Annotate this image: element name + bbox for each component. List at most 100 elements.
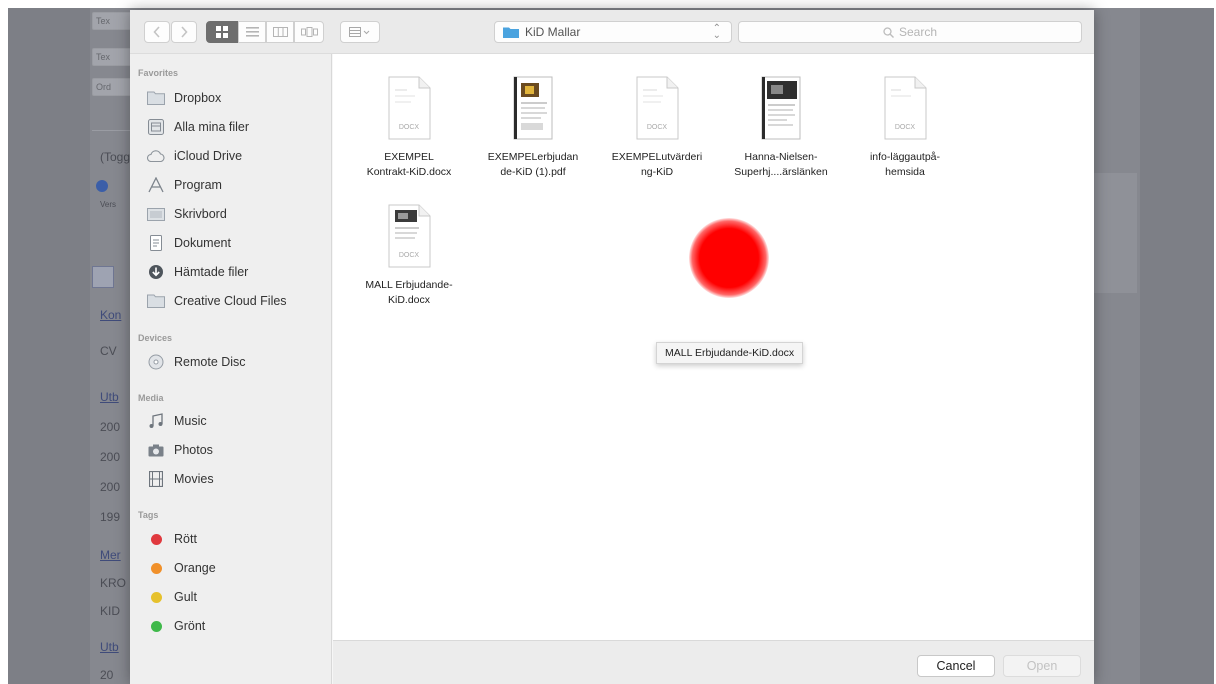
sidebar-item-label: Creative Cloud Files	[174, 294, 287, 308]
docx-file-icon: DOCX	[881, 76, 929, 140]
sidebar-item-photos[interactable]: Photos	[146, 439, 213, 461]
sidebar-section-devices: Devices	[138, 333, 173, 343]
open-button[interactable]: Open	[1003, 655, 1081, 677]
file-name: info-läggautpå- hemsida	[869, 151, 941, 178]
sidebar-item-dokument[interactable]: Dokument	[146, 232, 231, 254]
chevron-left-icon	[153, 26, 160, 38]
file-name: EXEMPELerbjudan de-KiD (1).pdf	[487, 151, 579, 178]
sidebar-item-label: Rött	[174, 532, 197, 546]
file-type-badge: DOCX	[646, 124, 668, 131]
cloud-icon	[146, 147, 166, 165]
icon-view-button[interactable]	[206, 21, 238, 43]
sidebar-item-label: Music	[174, 414, 207, 428]
file-item[interactable]: EXEMPELerbjudan de-KiD (1).pdf	[471, 76, 595, 180]
updown-arrows-icon: ⌃ ⌄	[712, 23, 721, 41]
pdf-file-icon	[509, 76, 557, 140]
red-tag-dot-icon	[150, 533, 162, 545]
sidebar-item-label: iCloud Drive	[174, 149, 243, 163]
column-view-icon	[272, 27, 288, 37]
file-item[interactable]: DOCX EXEMPEL Kontrakt-KiD.docx	[347, 76, 471, 180]
file-item[interactable]: DOCX EXEMPELutvärderi ng-KiD	[595, 76, 719, 180]
search-icon	[883, 26, 894, 38]
camera-icon	[146, 441, 166, 459]
yellow-tag-dot-icon	[150, 591, 162, 603]
sidebar-item-creative-cloud-files[interactable]: Creative Cloud Files	[146, 290, 287, 312]
file-name: Hanna-Nielsen- Superhj....ärslänken	[734, 151, 828, 178]
sidebar-item-label: Orange	[174, 561, 216, 575]
folder-icon	[146, 292, 166, 310]
background-text-box: Ord	[92, 78, 132, 96]
open-file-dialog: KiD Mallar ⌃ ⌄ Search Favorites Dropbox A…	[130, 10, 1094, 684]
sidebar-tag-yellow[interactable]: Gult	[146, 586, 197, 608]
file-type-badge: DOCX	[894, 124, 916, 131]
music-icon	[146, 412, 166, 430]
folder-icon	[503, 27, 519, 38]
green-tag-dot-icon	[150, 620, 162, 632]
dialog-toolbar: KiD Mallar ⌃ ⌄ Search	[130, 10, 1094, 54]
film-icon	[146, 470, 166, 488]
sidebar-item-downloads[interactable]: Hämtade filer	[146, 261, 248, 283]
sidebar-item-icloud-drive[interactable]: iCloud Drive	[146, 145, 242, 167]
sidebar-tag-orange[interactable]: Orange	[146, 557, 216, 579]
file-item[interactable]: Hanna-Nielsen- Superhj....ärslänken	[719, 76, 843, 180]
file-type-badge: DOCX	[398, 124, 420, 131]
sidebar-item-dropbox[interactable]: Dropbox	[146, 87, 221, 109]
location-label: KiD Mallar	[525, 25, 581, 39]
search-placeholder: Search	[898, 25, 938, 39]
sidebar-section-media: Media	[138, 393, 164, 403]
sidebar-item-label: Movies	[174, 472, 214, 486]
cover-flow-button[interactable]	[294, 21, 324, 43]
search-field[interactable]: Search	[738, 21, 1082, 43]
cover-flow-icon	[300, 27, 318, 37]
chevron-right-icon	[181, 26, 188, 38]
file-name: EXEMPELutvärderi ng-KiD	[611, 151, 703, 178]
list-view-icon	[245, 27, 259, 37]
sidebar: Favorites Dropbox Alla mina filer iCloud…	[130, 54, 332, 684]
sidebar-item-music[interactable]: Music	[146, 410, 207, 432]
sidebar-item-label: Remote Disc	[174, 355, 246, 369]
sidebar-item-label: Hämtade filer	[174, 265, 249, 279]
sidebar-item-label: Grönt	[174, 619, 206, 633]
documents-icon	[146, 234, 166, 252]
arrange-menu-button[interactable]	[340, 21, 380, 43]
file-item[interactable]: DOCX MALL Erbjudande- KiD.docx	[347, 204, 471, 308]
cancel-button[interactable]: Cancel	[917, 655, 995, 677]
back-button[interactable]	[144, 21, 170, 43]
pdf-file-icon	[757, 76, 805, 140]
folder-icon	[146, 89, 166, 107]
click-indicator	[689, 218, 769, 298]
forward-button[interactable]	[171, 21, 197, 43]
screen: Tex Tex Ord (Togg Vers Kon CV Utb 200 20…	[0, 0, 1216, 684]
column-view-button[interactable]	[266, 21, 294, 43]
sidebar-tag-green[interactable]: Grönt	[146, 615, 205, 637]
file-browser: DOCX EXEMPEL Kontrakt-KiD.docx EXEMPELer…	[333, 54, 1094, 640]
background-side-column	[1093, 173, 1137, 293]
file-item[interactable]: DOCX info-läggautpå- hemsida	[843, 76, 967, 180]
list-view-button[interactable]	[238, 21, 266, 43]
background-divider	[92, 130, 132, 131]
sidebar-item-label: Program	[174, 178, 222, 192]
docx-file-icon: DOCX	[385, 204, 433, 268]
sidebar-tag-red[interactable]: Rött	[146, 528, 197, 550]
sidebar-item-movies[interactable]: Movies	[146, 468, 214, 490]
background-text-box: Tex	[92, 48, 132, 66]
sidebar-item-remote-disc[interactable]: Remote Disc	[146, 351, 246, 373]
downloads-icon	[146, 263, 166, 281]
all-files-icon	[146, 118, 166, 136]
sidebar-item-label: Alla mina filer	[174, 120, 250, 134]
sidebar-item-program[interactable]: Program	[146, 174, 222, 196]
disc-icon	[146, 353, 166, 371]
sidebar-item-skrivbord[interactable]: Skrivbord	[146, 203, 227, 225]
dialog-button-bar: Cancel Open	[333, 640, 1094, 684]
file-name: MALL Erbjudande- KiD.docx	[365, 279, 453, 306]
icon-view-icon	[216, 26, 228, 38]
sidebar-item-label: Dropbox	[174, 91, 222, 105]
sidebar-item-label: Dokument	[174, 236, 231, 250]
sidebar-item-all-my-files[interactable]: Alla mina filer	[146, 116, 249, 138]
sidebar-section-tags: Tags	[138, 510, 159, 520]
location-popup[interactable]: KiD Mallar ⌃ ⌄	[494, 21, 732, 43]
orange-tag-dot-icon	[150, 562, 162, 574]
sidebar-section-favorites: Favorites	[138, 68, 179, 78]
sidebar-item-label: Gult	[174, 590, 197, 604]
background-info-icon	[96, 180, 108, 192]
